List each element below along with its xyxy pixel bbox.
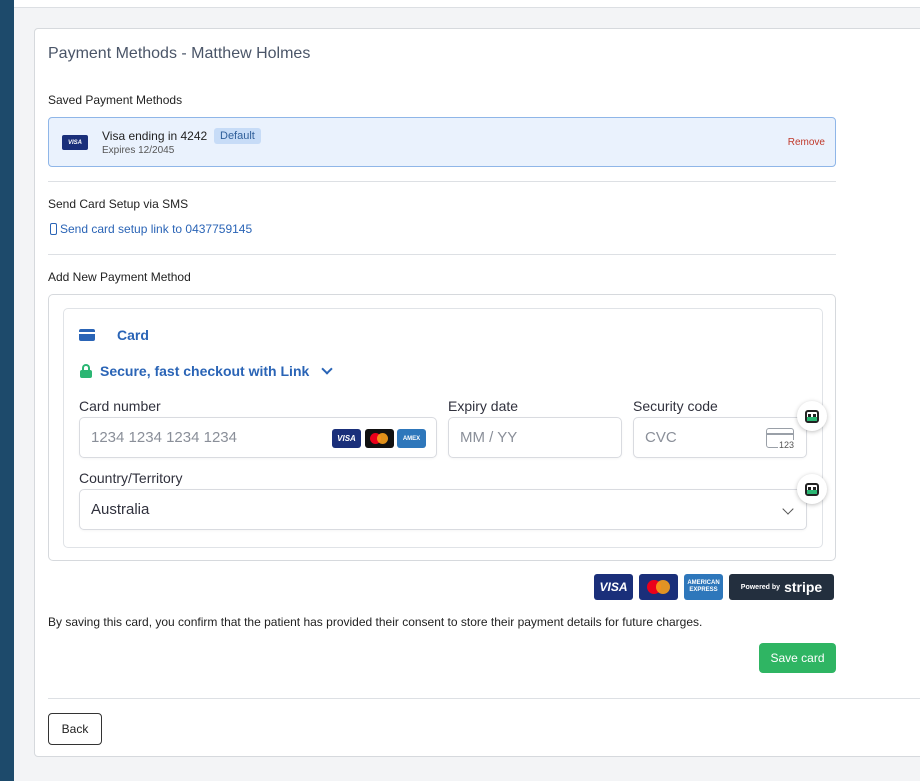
stripe-element-container: Card Secure, fast checkout with Link Car… (48, 294, 836, 561)
security-code-field: 123 (633, 417, 807, 458)
default-badge: Default (214, 128, 261, 144)
phone-icon (50, 223, 57, 235)
add-payment-heading: Add New Payment Method (48, 270, 191, 284)
security-code-label: Security code (633, 398, 718, 414)
payment-logos: VISA AMERICAN EXPRESS Powered by stripe (594, 574, 834, 600)
amex-logo: AMERICAN EXPRESS (684, 574, 723, 600)
stripe-wordmark: stripe (784, 579, 823, 595)
link-checkout-label: Secure, fast checkout with Link (100, 363, 310, 379)
section-divider (48, 254, 836, 255)
autofill-robot-button[interactable] (797, 401, 827, 431)
chevron-down-icon (321, 362, 333, 375)
send-sms-link[interactable]: Send card setup link to 0437759145 (50, 222, 252, 236)
mastercard-icon (365, 429, 394, 448)
send-sms-link-label: Send card setup link to 0437759145 (60, 222, 253, 236)
cvc-input[interactable] (645, 429, 749, 446)
save-card-button[interactable]: Save card (759, 643, 836, 673)
footer-divider (48, 698, 920, 699)
mastercard-logo (639, 574, 678, 600)
credit-card-icon (79, 329, 95, 341)
card-number-label: Card number (79, 398, 161, 414)
card-number-input[interactable] (91, 429, 341, 446)
robot-icon (805, 409, 819, 423)
country-select[interactable]: Australia (79, 489, 807, 530)
section-divider (48, 181, 836, 182)
expiry-label: Expiry date (448, 398, 519, 414)
app-sidebar-rail (0, 0, 14, 781)
payment-form: Card Secure, fast checkout with Link Car… (63, 308, 823, 548)
saved-methods-heading: Saved Payment Methods (48, 93, 183, 107)
cvc-icon-digits: 123 (777, 440, 795, 450)
visa-logo: VISA (594, 574, 633, 600)
expiry-field (448, 417, 622, 458)
expiry-input[interactable] (460, 429, 581, 446)
back-button[interactable]: Back (48, 713, 102, 745)
sms-setup-heading: Send Card Setup via SMS (48, 197, 189, 211)
page-title: Payment Methods - Matthew Holmes (48, 45, 311, 62)
country-value: Australia (91, 501, 150, 518)
robot-icon (805, 482, 819, 496)
visa-icon: VISA (332, 429, 361, 448)
consent-text: By saving this card, you confirm that th… (48, 615, 703, 629)
remove-card-button[interactable]: Remove (788, 137, 825, 148)
payment-methods-panel: Payment Methods - Matthew Holmes Saved P… (34, 28, 920, 757)
link-checkout-toggle[interactable]: Secure, fast checkout with Link (80, 362, 333, 379)
autofill-robot-button[interactable] (797, 474, 827, 504)
tab-card[interactable]: Card (79, 327, 149, 343)
amex-icon: AMEX (397, 429, 426, 448)
card-number-field: VISA AMEX (79, 417, 437, 458)
chevron-down-icon (782, 503, 794, 515)
saved-card-name: Visa ending in 4242 (102, 129, 208, 143)
saved-card-item: VISA Visa ending in 4242 Default Expires… (48, 117, 836, 167)
country-label: Country/Territory (79, 470, 183, 486)
visa-card-icon: VISA (62, 135, 88, 150)
tab-card-label: Card (117, 327, 149, 343)
stripe-prefix: Powered by (740, 583, 781, 591)
powered-by-stripe-logo: Powered by stripe (729, 574, 834, 600)
lock-icon (80, 364, 92, 378)
top-header-strip (14, 0, 920, 8)
saved-card-expiry: Expires 12/2045 (102, 145, 175, 156)
